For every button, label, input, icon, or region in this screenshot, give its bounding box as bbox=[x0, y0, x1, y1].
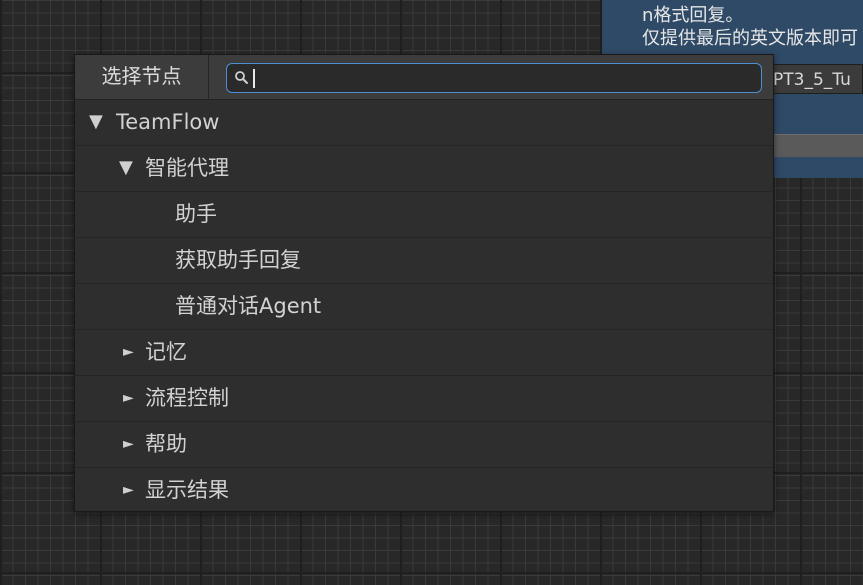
background-node-field[interactable]: PT3_5_Tu bbox=[768, 64, 863, 94]
background-node-bar bbox=[768, 134, 863, 157]
search-icon bbox=[234, 70, 250, 86]
tree-leaf-item[interactable]: 获取助手回复 bbox=[75, 238, 773, 284]
tree-group-item[interactable]: ► 显示结果 bbox=[75, 468, 773, 514]
tree-leaf-item[interactable]: 助手 bbox=[75, 192, 773, 238]
tree-item-label: 获取助手回复 bbox=[175, 248, 301, 272]
tree-group-item[interactable]: ► 记忆 bbox=[75, 330, 773, 376]
search-input[interactable] bbox=[253, 66, 753, 90]
tree-item-label: 普通对话Agent bbox=[175, 294, 322, 318]
tree-item-label: TeamFlow bbox=[116, 110, 220, 134]
triangle-right-icon[interactable]: ► bbox=[123, 330, 134, 374]
search-window-title: 选择节点 bbox=[75, 55, 209, 99]
tree-item-label: 记忆 bbox=[145, 340, 187, 364]
triangle-down-icon[interactable]: ▼ bbox=[119, 146, 133, 190]
tree-group-item[interactable]: ▼ TeamFlow bbox=[75, 100, 773, 146]
search-field[interactable] bbox=[226, 63, 762, 93]
tree-group-item[interactable]: ► 帮助 bbox=[75, 422, 773, 468]
tree-item-label: 流程控制 bbox=[145, 386, 229, 410]
background-node-text-line2: 仅提供最后的英文版本即可 bbox=[642, 28, 858, 49]
tree-item-label: 智能代理 bbox=[145, 156, 229, 180]
tree-item-label: 助手 bbox=[175, 202, 217, 226]
search-header: 选择节点 bbox=[75, 55, 773, 100]
triangle-right-icon[interactable]: ► bbox=[123, 376, 134, 420]
tree-leaf-item[interactable]: 普通对话Agent bbox=[75, 284, 773, 330]
triangle-right-icon[interactable]: ► bbox=[123, 468, 134, 512]
tree-item-label: 显示结果 bbox=[145, 478, 229, 502]
tree-group-item[interactable]: ► 流程控制 bbox=[75, 376, 773, 422]
tree-item-label: 帮助 bbox=[145, 432, 187, 456]
triangle-down-icon[interactable]: ▼ bbox=[89, 100, 103, 144]
node-search-window: 选择节点 ▼ TeamFlow ▼ 智能代理 助手 获取助手回复 普通对话Agent ► 记忆 ►… bbox=[74, 54, 774, 514]
triangle-right-icon[interactable]: ► bbox=[123, 422, 134, 466]
node-tree: ▼ TeamFlow ▼ 智能代理 助手 获取助手回复 普通对话Agent ► 记忆 ► 流程控制 ►… bbox=[75, 100, 773, 514]
background-node-text-line1: n格式回复。 bbox=[642, 5, 744, 26]
background-node-text: n格式回复。 仅提供最后的英文版本即可 bbox=[642, 4, 863, 50]
tree-group-item[interactable]: ▼ 智能代理 bbox=[75, 146, 773, 192]
text-caret bbox=[253, 69, 255, 88]
